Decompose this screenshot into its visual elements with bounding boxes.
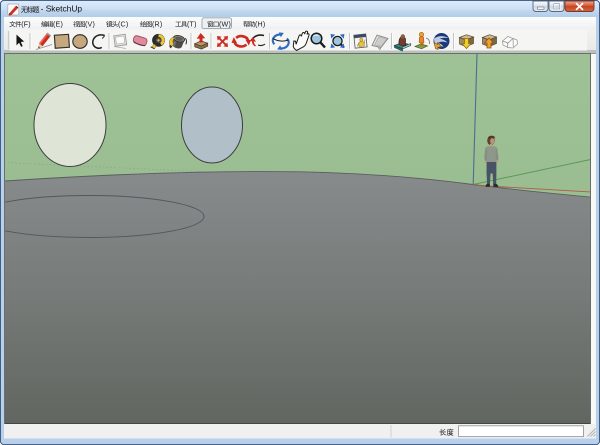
svg-text:(F): (F) [21,20,31,28]
svg-text:(C): (C) [118,20,128,28]
svg-text:(R): (R) [152,20,162,28]
svg-text:(T): (T) [187,20,197,28]
svg-text:- SketchUp: - SketchUp [41,4,83,14]
svg-text:(W): (W) [219,20,231,28]
svg-text:(V): (V) [85,20,95,28]
svg-text:(E): (E) [53,20,63,28]
svg-text:(H): (H) [255,20,265,28]
